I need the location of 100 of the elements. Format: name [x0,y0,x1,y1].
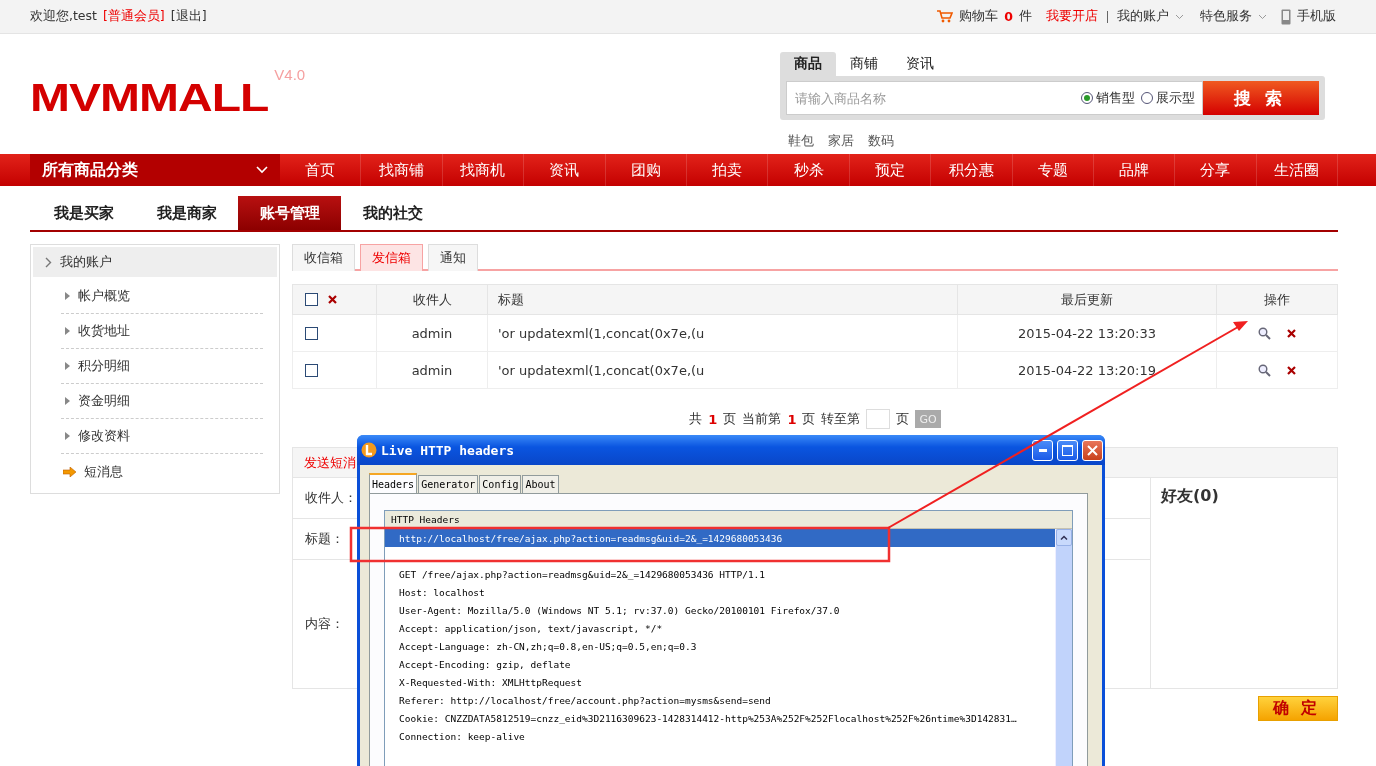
sidebar-item[interactable]: 收货地址 [61,314,263,349]
dialog-tab[interactable]: Config [479,475,522,493]
row-checkbox[interactable] [305,326,318,340]
account-tab[interactable]: 我的社交 [341,196,444,230]
logout-link[interactable]: [退出] [170,8,207,25]
table-cell: admin [376,351,488,389]
open-shop-link[interactable]: 我要开店 [1046,8,1098,25]
nav-link[interactable]: 专题 [1012,154,1094,186]
total-pages: 1 [708,411,718,427]
message-tab[interactable]: 收信箱 [292,244,355,271]
cart-icon [937,10,954,23]
sidebar-title[interactable]: 我的账户 [33,247,277,277]
select-all-checkbox[interactable] [305,293,318,306]
delete-icon[interactable] [1287,365,1296,375]
search-icon[interactable] [1258,363,1271,377]
search-tab[interactable]: 商品 [780,52,836,76]
table-cell: 'or updatexml(1,concat(0x7e,(u [487,314,958,352]
friends-title: 好友(0) [1161,486,1219,505]
triangle-right-icon [65,432,70,440]
header-line: Host: localhost [398,585,486,600]
column-header: 操作 [1216,284,1338,315]
scroll-up-button[interactable] [1056,529,1072,546]
cart-link[interactable]: 购物车 [959,8,999,25]
cart-unit: 件 [1019,8,1032,25]
arrow-right-icon [63,466,76,477]
pager-text: 转至第 [821,410,861,428]
member-level-link[interactable]: [普通会员] [103,8,165,25]
nav-link[interactable]: 团购 [605,154,687,186]
pager-text: 页 [802,410,816,428]
hot-word-link[interactable]: 数码 [868,132,894,150]
dialog-tab[interactable]: Generator [418,475,479,493]
sidebar-item[interactable]: 资金明细 [61,384,263,419]
triangle-right-icon [65,327,70,335]
sidebar-item[interactable]: 短消息 [61,454,263,489]
pager-text: 共 [689,410,703,428]
dialog-tab[interactable]: About [522,475,559,493]
minimize-button[interactable] [1032,439,1053,461]
header-line: Connection: keep-alive [398,729,526,744]
logo-version: V4.0 [274,66,306,83]
sidebar-item[interactable]: 修改资料 [61,419,263,454]
caret-up-icon [1060,535,1068,540]
special-services-link[interactable]: 特色服务 [1200,8,1252,25]
minimize-icon [1038,448,1047,452]
header-line: Referer: http://localhost/free/account.php?action=mysms&send=send [398,693,772,708]
nav-link[interactable]: 品牌 [1093,154,1176,186]
current-page: 1 [787,411,797,427]
close-icon [1087,444,1098,456]
nav-link[interactable]: 资讯 [524,154,606,186]
nav-link[interactable]: 找商铺 [361,154,443,186]
nav-link[interactable]: 秒杀 [768,154,850,186]
account-tab[interactable]: 我是商家 [135,196,238,230]
pager-text: 页 [723,410,737,428]
cart-count: 0 [1004,9,1013,24]
sidebar-item[interactable]: 积分明细 [61,349,263,384]
account-tab[interactable]: 我是买家 [32,196,135,230]
maximize-icon [1062,444,1073,456]
delete-icon[interactable] [1287,328,1296,338]
pager-text: 当前第 [742,410,782,428]
message-tab[interactable]: 通知 [428,244,478,271]
hot-word-link[interactable]: 家居 [828,132,854,150]
radio-label: 销售型 [1096,89,1135,107]
sidebar-item[interactable]: 帐户概览 [61,279,263,314]
nav-link[interactable]: 找商机 [442,154,525,186]
column-header: 标题 [487,284,958,315]
radio-label: 展示型 [1156,89,1195,107]
chevron-down-icon [256,166,268,174]
account-tab[interactable]: 账号管理 [238,196,341,230]
search-button[interactable]: 搜索 [1203,81,1319,115]
header-line: User-Agent: Mozilla/5.0 (Windows NT 5.1; rv:37.0) Gecko/20100101 Firefox/37.0 [398,603,841,618]
nav-link[interactable]: 预定 [849,154,932,186]
header-line: GET /free/ajax.php?action=readmsg&uid=2&_=1429680053436 HTTP/1.1 [398,567,767,582]
dialog-tab[interactable]: Headers [369,473,418,493]
table-cell: admin [376,314,488,352]
nav-link[interactable]: 分享 [1175,154,1257,186]
my-account-link[interactable]: 我的账户 [1117,8,1169,25]
triangle-right-icon [65,292,70,300]
column-header: 收件人 [376,284,488,315]
compose-title: 发送短消 [304,453,356,472]
header-line: Cookie: CNZZDATA5812519=cnzz_eid%3D2116309623-1428314412-http%253A%252F%252Flocalhost%252F%26ntime%3D142831… [398,711,1018,726]
submit-button[interactable]: 确定 [1258,696,1338,721]
nav-link[interactable]: 拍卖 [686,154,769,186]
message-tab[interactable]: 发信箱 [360,244,423,271]
search-tab[interactable]: 商铺 [836,52,892,76]
app-logo-icon [361,442,377,458]
search-icon[interactable] [1258,326,1271,340]
delete-icon[interactable] [328,295,337,304]
nav-link[interactable]: 首页 [280,154,362,186]
search-tab[interactable]: 资讯 [892,52,948,76]
mobile-link[interactable]: 手机版 [1297,8,1336,25]
nav-link[interactable]: 积分惠 [931,154,1013,186]
close-button[interactable] [1082,439,1103,461]
nav-link[interactable]: 生活圈 [1256,154,1339,186]
chevron-right-icon [45,256,52,268]
logo-text[interactable]: MVMMALL [30,78,269,118]
row-checkbox[interactable] [305,363,318,377]
hot-word-link[interactable]: 鞋包 [788,132,814,150]
selected-request-row[interactable]: http://localhost/free/ajax.php?action=readmsg&uid=2&_=1429680053436 [385,529,1055,547]
maximize-button[interactable] [1057,439,1078,461]
header-line: X-Requested-With: XMLHttpRequest [398,675,584,690]
page-input-field[interactable] [866,409,891,429]
